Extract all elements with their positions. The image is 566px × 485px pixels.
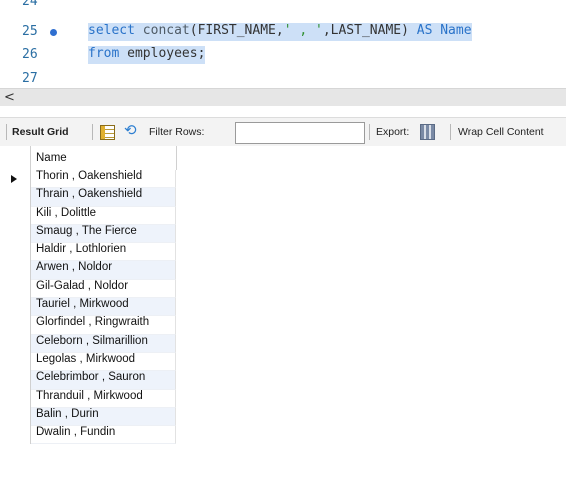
string-literal: ' , ' — [283, 23, 323, 38]
column-header-name[interactable]: Name — [31, 146, 177, 170]
grid-layout-icon[interactable] — [100, 125, 115, 140]
editor-line: 24 — [0, 0, 566, 14]
row-indicator[interactable] — [0, 371, 31, 390]
filter-rows-input[interactable] — [235, 122, 365, 144]
table-row[interactable]: Legolas , Mirkwood — [0, 352, 566, 372]
keyword: AS — [416, 23, 433, 38]
result-grid[interactable]: Name Thorin , Oakenshield Thrain , Oakens… — [0, 146, 566, 485]
row-indicator[interactable] — [0, 261, 31, 280]
name-cell[interactable]: Kili , Dolittle — [31, 206, 176, 225]
name-cell[interactable]: Thrain , Oakenshield — [31, 188, 176, 207]
name-cell[interactable]: Celeborn , Silmarillion — [31, 334, 176, 353]
function-name: concat — [134, 23, 190, 38]
export-label: Export: — [376, 126, 410, 138]
keyword: from — [88, 46, 120, 61]
code-fragment: (FIRST_NAME, — [189, 23, 284, 38]
row-indicator[interactable] — [0, 206, 31, 225]
table-row[interactable]: Tauriel , Mirkwood — [0, 298, 566, 317]
statement-marker-icon — [50, 29, 57, 36]
name-cell[interactable]: Haldir , Lothlorien — [31, 243, 176, 262]
table-row[interactable]: Arwen , Noldor — [0, 261, 566, 280]
name-cell[interactable]: Legolas , Mirkwood — [31, 352, 176, 372]
table-row[interactable]: Haldir , Lothlorien — [0, 243, 566, 262]
row-indicator[interactable] — [0, 426, 31, 445]
table-row[interactable]: Dwalin , Fundin — [0, 426, 566, 445]
name-cell[interactable]: Celebrimbor , Sauron — [31, 371, 176, 390]
row-indicator[interactable] — [0, 334, 31, 353]
sql-editor[interactable]: 24 25 select concat(FIRST_NAME,' , ',LAS… — [0, 0, 566, 88]
filter-rows-label: Filter Rows: — [149, 126, 205, 138]
row-indicator[interactable] — [0, 188, 31, 207]
grid-rows: Thorin , Oakenshield Thrain , Oakenshield… — [0, 170, 566, 445]
current-row-arrow-icon — [11, 175, 17, 183]
name-cell[interactable]: Smaug , The Fierce — [31, 224, 176, 244]
name-cell[interactable]: Tauriel , Mirkwood — [31, 298, 176, 317]
keyword: Name — [440, 23, 472, 38]
table-row[interactable]: Glorfindel , Ringwraith — [0, 316, 566, 335]
editor-line: 27 — [0, 67, 566, 88]
row-indicator-header — [0, 146, 31, 170]
table-row[interactable]: Balin , Durin — [0, 407, 566, 427]
line-number: 27 — [22, 71, 38, 86]
name-cell[interactable]: Thorin , Oakenshield — [31, 170, 176, 189]
editor-line[interactable]: 26 from employees; — [0, 43, 566, 67]
scroll-left-icon[interactable]: < — [4, 90, 15, 105]
divider — [6, 124, 7, 140]
code-text[interactable]: select concat(FIRST_NAME,' , ',LAST_NAME… — [88, 23, 472, 41]
name-cell[interactable]: Dwalin , Fundin — [31, 426, 176, 445]
table-row[interactable]: Gil-Galad , Noldor — [0, 279, 566, 299]
grid-header: Name — [0, 146, 566, 170]
code-fragment: employees; — [119, 46, 206, 61]
divider — [450, 124, 451, 140]
editor-line[interactable]: 25 select concat(FIRST_NAME,' , ',LAST_N… — [0, 20, 566, 44]
keyword: select — [88, 23, 135, 38]
name-cell[interactable]: Thranduil , Mirkwood — [31, 389, 176, 408]
line-number: 24 — [22, 0, 38, 9]
table-row[interactable]: Thranduil , Mirkwood — [0, 389, 566, 408]
table-row[interactable]: Thorin , Oakenshield — [0, 170, 566, 189]
refresh-icon[interactable]: ⟲ — [124, 123, 137, 139]
table-row[interactable]: Thrain , Oakenshield — [0, 188, 566, 207]
wrap-cell-content-label[interactable]: Wrap Cell Content — [458, 118, 544, 146]
row-indicator[interactable] — [0, 389, 31, 408]
table-row[interactable]: Celebrimbor , Sauron — [0, 371, 566, 390]
line-number: 25 — [22, 24, 38, 39]
row-indicator[interactable] — [0, 352, 31, 372]
code-text[interactable]: from employees; — [88, 46, 206, 64]
row-indicator[interactable] — [0, 243, 31, 262]
export-icon[interactable] — [420, 124, 435, 140]
divider — [92, 124, 93, 140]
table-row[interactable]: Kili , Dolittle — [0, 206, 566, 225]
row-indicator[interactable] — [0, 170, 31, 189]
name-cell[interactable]: Arwen , Noldor — [31, 261, 176, 280]
divider — [369, 124, 370, 140]
code-fragment: ,LAST_NAME) — [322, 23, 417, 38]
table-row[interactable]: Celeborn , Silmarillion — [0, 334, 566, 353]
row-indicator[interactable] — [0, 298, 31, 317]
name-cell[interactable]: Gil-Galad , Noldor — [31, 279, 176, 299]
result-toolbar: Result Grid ⟲ Filter Rows: Export: Wrap … — [0, 117, 566, 147]
row-indicator[interactable] — [0, 316, 31, 335]
row-indicator[interactable] — [0, 407, 31, 427]
name-cell[interactable]: Balin , Durin — [31, 407, 176, 427]
table-row[interactable]: Smaug , The Fierce — [0, 224, 566, 244]
row-indicator[interactable] — [0, 224, 31, 244]
horizontal-scrollbar[interactable]: < — [0, 88, 566, 106]
name-cell[interactable]: Glorfindel , Ringwraith — [31, 316, 176, 335]
result-grid-tab[interactable]: Result Grid — [12, 118, 69, 146]
line-number: 26 — [22, 47, 38, 62]
row-indicator[interactable] — [0, 279, 31, 299]
